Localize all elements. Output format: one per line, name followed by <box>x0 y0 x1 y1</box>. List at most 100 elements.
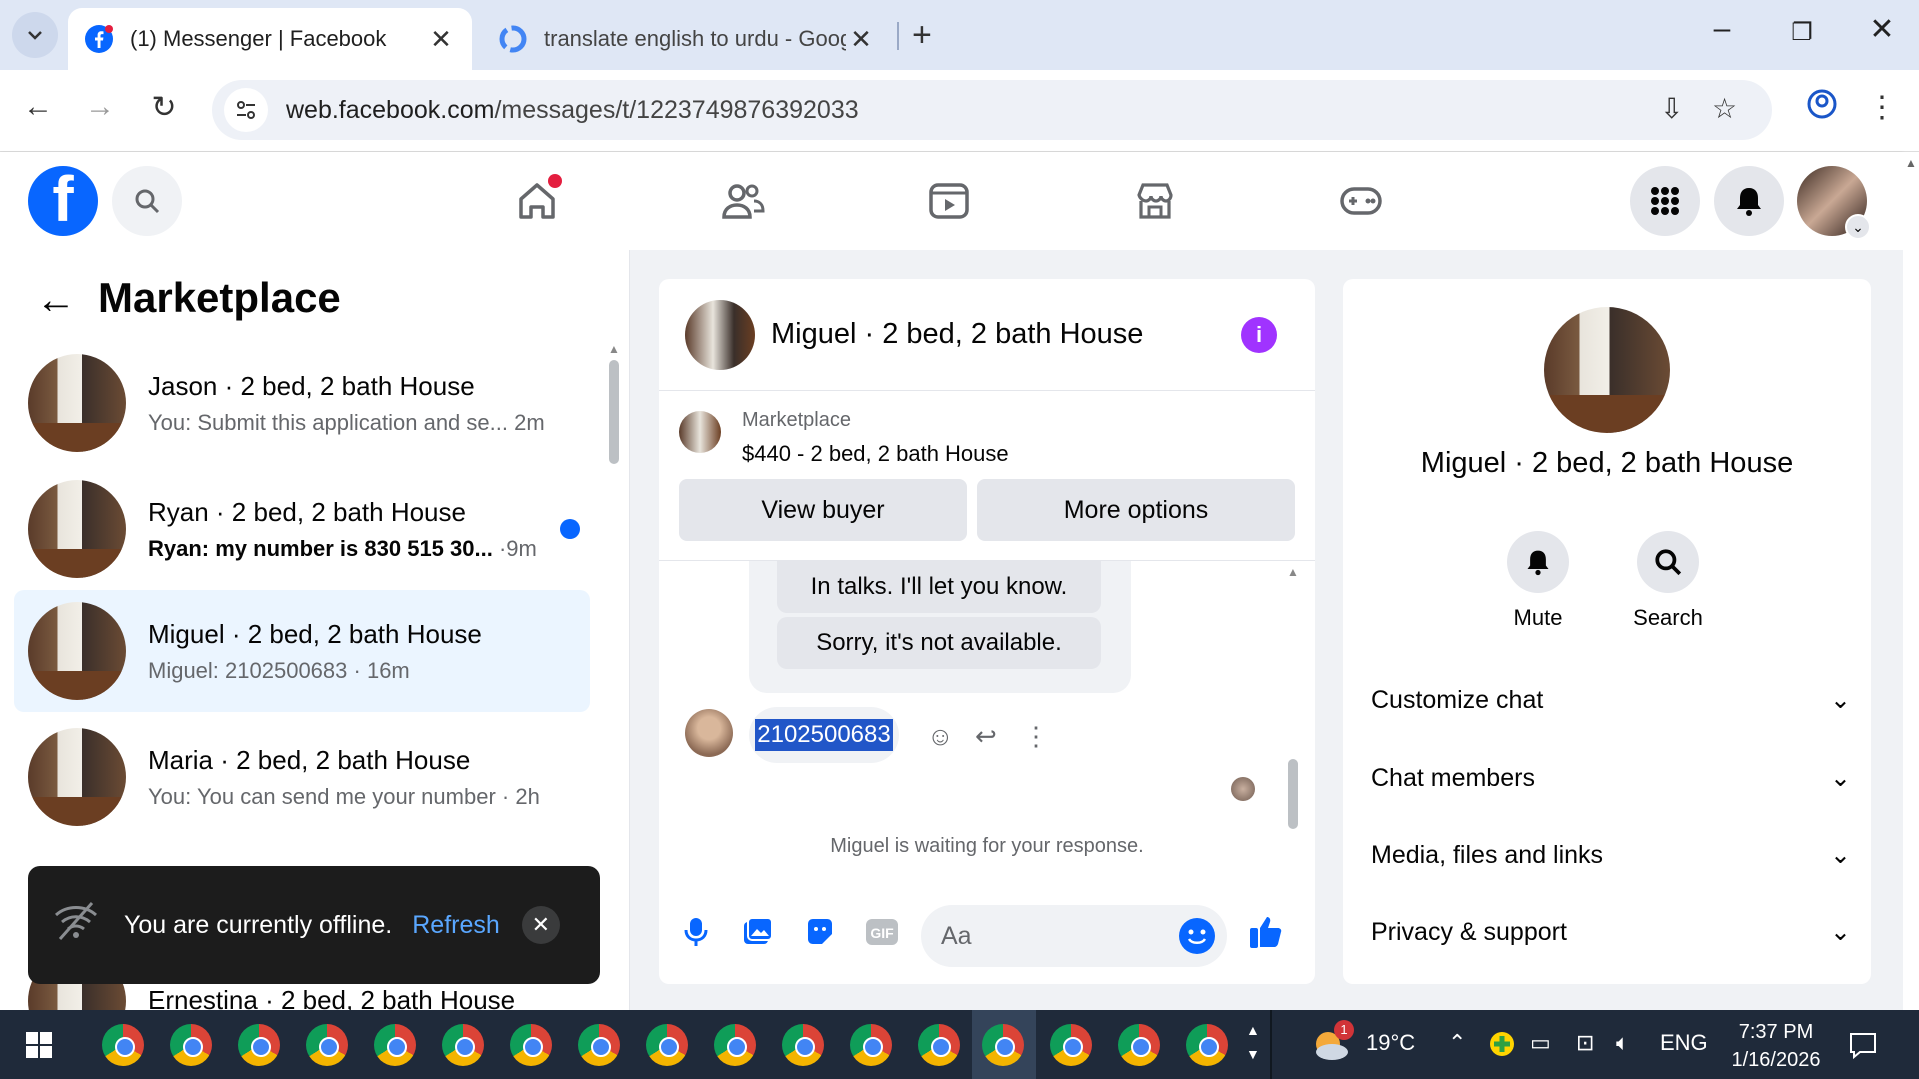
chat-avatar[interactable] <box>685 299 755 370</box>
thumbs-up-icon[interactable] <box>1235 914 1297 958</box>
scroll-up-icon[interactable]: ▲ <box>1903 156 1919 170</box>
volume-icon[interactable]: 🔈︎ <box>1616 1030 1629 1056</box>
weather-icon[interactable]: 1 <box>1310 1020 1354 1070</box>
gaming-icon[interactable] <box>1334 174 1388 228</box>
battery-icon[interactable]: ▭ <box>1530 1030 1551 1056</box>
section-media-files-links[interactable]: Media, files and links ⌄ <box>1371 840 1851 870</box>
site-info-icon[interactable] <box>224 88 268 132</box>
notification-center-icon[interactable] <box>1848 1030 1878 1066</box>
marketplace-icon[interactable] <box>1128 174 1182 228</box>
meet-now-icon[interactable]: ⊡ <box>1576 1030 1594 1056</box>
search-in-chat-button[interactable]: Search <box>1613 531 1723 631</box>
conversation-item-maria[interactable]: Maria · 2 bed, 2 bath House You: You can… <box>14 716 590 838</box>
notifications-bell-icon[interactable] <box>1714 166 1784 236</box>
chrome-profile-icon[interactable] <box>238 1024 280 1066</box>
tab-google[interactable]: translate english to urdu - Goog ✕ <box>482 8 892 70</box>
chrome-profile-icon[interactable] <box>510 1024 552 1066</box>
search-icon[interactable] <box>112 166 182 236</box>
windows-start-icon[interactable] <box>26 1032 52 1058</box>
facebook-logo-icon[interactable]: f <box>28 166 98 236</box>
info-icon[interactable]: i <box>1241 316 1277 353</box>
chrome-profile-icon[interactable] <box>1118 1024 1160 1066</box>
scrollbar-thumb[interactable] <box>1288 759 1298 829</box>
message-bubble[interactable]: 2102500683 <box>749 707 899 763</box>
reload-icon[interactable]: ↻ <box>144 90 184 125</box>
chrome-profile-icon[interactable] <box>1050 1024 1092 1066</box>
new-tab-icon[interactable]: + <box>912 16 932 55</box>
omnibox[interactable]: web.facebook.com/messages/t/122374987639… <box>212 80 1772 140</box>
chrome-profile-icon[interactable] <box>850 1024 892 1066</box>
listing-thumbnail <box>28 354 126 452</box>
quick-reply-button[interactable]: Sorry, it's not available. <box>777 617 1101 669</box>
chrome-profile-icon[interactable] <box>578 1024 620 1066</box>
back-icon[interactable]: ← <box>18 90 58 124</box>
close-window-icon[interactable]: ✕ <box>1852 12 1912 47</box>
gif-icon[interactable]: GIF <box>851 918 913 954</box>
language-indicator[interactable]: ENG <box>1660 1030 1708 1056</box>
home-icon[interactable] <box>510 174 564 228</box>
more-actions-icon[interactable]: ⋮ <box>1023 721 1049 752</box>
video-icon[interactable] <box>922 174 976 228</box>
restore-icon[interactable]: ❐ <box>1772 18 1832 47</box>
message-input[interactable]: Aa <box>921 905 1227 967</box>
forward-icon[interactable]: → <box>80 90 120 124</box>
chrome-profile-icon[interactable] <box>714 1024 756 1066</box>
page-scrollbar[interactable]: ▲ <box>1903 152 1919 1010</box>
scrollbar-thumb[interactable] <box>609 360 619 464</box>
reply-icon[interactable]: ↩ <box>975 721 997 752</box>
more-options-button[interactable]: More options <box>977 479 1295 541</box>
profile-icon[interactable] <box>1802 88 1842 128</box>
minimize-icon[interactable]: – <box>1692 12 1752 46</box>
section-chat-members[interactable]: Chat members ⌄ <box>1371 763 1851 793</box>
close-icon[interactable]: ✕ <box>521 906 560 944</box>
conversation-item-ryan[interactable]: Ryan · 2 bed, 2 bath House Ryan: my numb… <box>14 468 590 590</box>
chrome-profile-icon[interactable] <box>102 1024 144 1066</box>
react-emoji-icon[interactable]: ☺ <box>927 721 954 752</box>
clock[interactable]: 7:37 PM 1/16/2026 <box>1706 1018 1846 1074</box>
friends-icon[interactable] <box>716 174 770 228</box>
menu-grid-icon[interactable] <box>1630 166 1700 236</box>
profile-avatar[interactable]: ⌄ <box>1797 166 1871 240</box>
chat-scrollbar[interactable]: ▲ <box>1285 565 1301 865</box>
sender-avatar <box>685 709 733 757</box>
chrome-profile-icon[interactable] <box>306 1024 348 1066</box>
mute-button[interactable]: Mute <box>1483 531 1593 631</box>
emoji-icon[interactable] <box>1179 918 1215 954</box>
view-buyer-button[interactable]: View buyer <box>679 479 967 541</box>
conversation-item-miguel[interactable]: Miguel · 2 bed, 2 bath House Miguel: 210… <box>14 590 590 712</box>
close-tab-icon[interactable]: ✕ <box>846 24 876 55</box>
show-hidden-icons-icon[interactable]: ⌃ <box>1448 1030 1466 1056</box>
chrome-profile-icon[interactable] <box>646 1024 688 1066</box>
taskbar-overflow-icon[interactable]: ▲ ▼ <box>1246 1018 1260 1066</box>
chrome-profile-icon[interactable] <box>170 1024 212 1066</box>
temperature[interactable]: 19°C <box>1366 1030 1415 1056</box>
back-arrow-icon[interactable]: ← <box>36 278 76 323</box>
listing-price[interactable]: $440 - 2 bed, 2 bath House <box>742 441 1009 467</box>
conversation-list-scrollbar[interactable]: ▲ <box>606 342 622 1002</box>
chrome-profile-icon[interactable] <box>918 1024 960 1066</box>
refresh-link[interactable]: Refresh <box>412 911 500 940</box>
chrome-profile-icon[interactable] <box>982 1024 1024 1066</box>
chrome-profile-icon[interactable] <box>1186 1024 1228 1066</box>
chat-title[interactable]: Miguel · 2 bed, 2 bath House <box>771 318 1241 351</box>
bookmark-star-icon[interactable]: ☆ <box>1712 92 1737 125</box>
sticker-icon[interactable] <box>789 916 851 956</box>
section-privacy-support[interactable]: Privacy & support ⌄ <box>1371 917 1851 947</box>
security-icon[interactable] <box>1488 1030 1516 1064</box>
tab-messenger[interactable]: (1) Messenger | Facebook ✕ <box>68 8 472 70</box>
scroll-up-icon[interactable]: ▲ <box>606 342 622 356</box>
close-tab-icon[interactable]: ✕ <box>426 24 456 55</box>
browser-menu-icon[interactable]: ⋮ <box>1862 90 1902 125</box>
tab-search-button[interactable] <box>12 12 58 58</box>
quick-reply-button[interactable]: In talks. I'll let you know. <box>777 561 1101 613</box>
chrome-profile-icon[interactable] <box>782 1024 824 1066</box>
chrome-profile-icon[interactable] <box>374 1024 416 1066</box>
scroll-up-icon[interactable]: ▲ <box>1285 565 1301 579</box>
install-app-icon[interactable]: ⇩ <box>1660 92 1683 125</box>
chrome-profile-icon[interactable] <box>442 1024 484 1066</box>
microphone-icon[interactable] <box>665 916 727 956</box>
conversation-item-jason[interactable]: Jason · 2 bed, 2 bath House You: Submit … <box>14 342 590 464</box>
photo-icon[interactable] <box>727 916 789 956</box>
section-customize-chat[interactable]: Customize chat ⌄ <box>1371 685 1851 715</box>
message-list: In talks. I'll let you know. Sorry, it's… <box>659 561 1315 891</box>
